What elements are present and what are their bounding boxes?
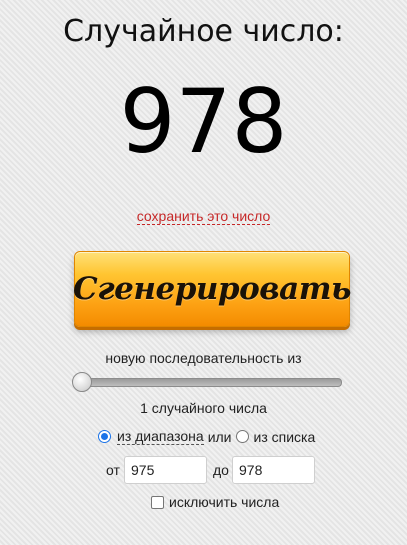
exclude-row: исключить числа <box>151 494 279 510</box>
list-mode-label[interactable]: из списка <box>254 429 316 445</box>
mode-selector: из диапазона или из списка <box>98 428 315 445</box>
page-title: Случайное число: <box>63 14 344 49</box>
exclude-checkbox[interactable] <box>151 495 164 509</box>
count-slider-track[interactable] <box>74 378 342 387</box>
from-label: от <box>106 462 120 478</box>
generate-button-label: Сгенерировать <box>73 271 351 307</box>
save-number-row: сохранить это число <box>0 208 407 225</box>
range-mode-label[interactable]: из диапазона <box>117 428 204 445</box>
list-radio[interactable] <box>235 430 249 443</box>
exclude-label[interactable]: исключить числа <box>169 494 279 510</box>
count-label: 1 случайного числа <box>140 400 267 416</box>
generate-button[interactable]: Сгенерировать <box>73 251 351 327</box>
range-radio[interactable] <box>98 430 111 443</box>
save-number-link[interactable]: сохранить это число <box>136 208 271 225</box>
from-input[interactable] <box>124 456 207 484</box>
or-label: или <box>207 428 232 445</box>
to-input[interactable] <box>232 456 315 484</box>
to-label: до <box>213 462 229 478</box>
sequence-label: новую последовательность из <box>105 350 302 366</box>
random-number-result: 978 <box>119 70 288 173</box>
count-slider-handle[interactable] <box>72 372 92 392</box>
